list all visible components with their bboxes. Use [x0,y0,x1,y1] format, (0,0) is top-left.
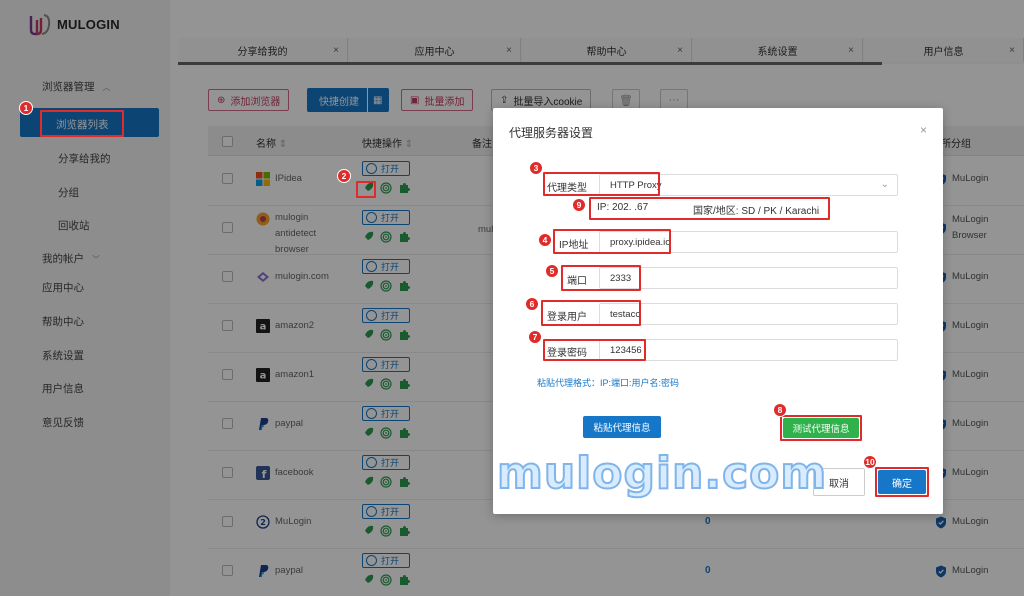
highlight-ip-address [553,229,671,254]
step-badge-1: 1 [19,101,33,115]
highlight-login-user [541,300,641,326]
highlight-test-proxy [780,415,862,441]
highlight-port [561,265,641,291]
paste-format-hint: 粘贴代理格式：IP:端口:用户名:密码 [537,378,680,388]
step-badge-9: 9 [572,198,586,212]
close-icon[interactable]: × [920,123,927,137]
step-badge-10: 10 [863,455,877,469]
highlight-confirm [875,467,929,497]
paste-proxy-button[interactable]: 粘贴代理信息 [583,416,661,438]
port-input[interactable]: 2333 [599,267,898,289]
step-badge-2: 2 [337,169,351,183]
highlight-proxy-icon [356,181,376,198]
watermark: mulogin.com [496,447,828,500]
login-user-input[interactable]: testacc [599,303,898,325]
step-badge-4: 4 [538,233,552,247]
highlight-ip-info [589,197,830,220]
dialog-title: 代理服务器设置 [509,126,594,140]
step-badge-5: 5 [545,264,559,278]
highlight-browser-list [40,110,124,137]
highlight-proxy-type [543,172,660,196]
step-badge-6: 6 [525,297,539,311]
chevron-down-icon: ⌄ [880,179,889,190]
step-badge-7: 7 [528,330,542,344]
highlight-login-password [543,339,646,361]
step-badge-3: 3 [529,161,543,175]
step-badge-8: 8 [773,403,787,417]
